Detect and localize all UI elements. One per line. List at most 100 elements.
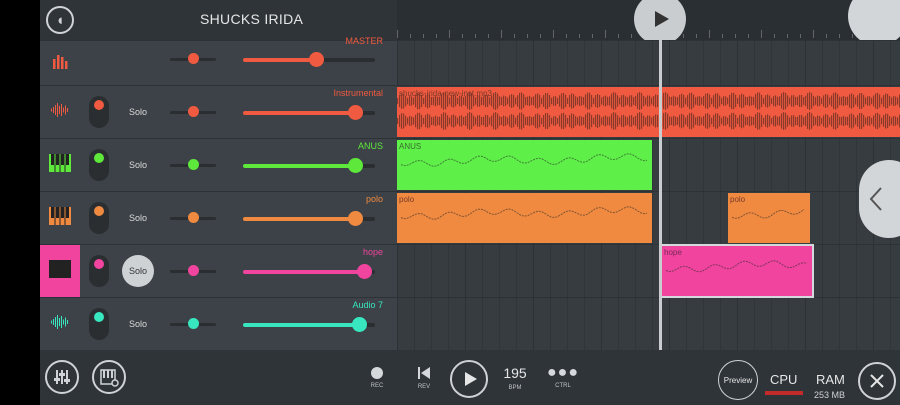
track-icon-button[interactable] bbox=[40, 192, 80, 245]
cpu-usage-bar bbox=[765, 391, 803, 395]
track-row-hope[interactable]: Solo hope bbox=[40, 244, 397, 298]
ruler-tick bbox=[722, 34, 723, 38]
volume-slider[interactable] bbox=[243, 317, 375, 332]
track-icon-button[interactable] bbox=[40, 86, 80, 139]
clip-polo[interactable]: polo bbox=[397, 193, 652, 243]
solo-button[interactable]: Solo bbox=[122, 202, 154, 234]
track-icon-button[interactable] bbox=[40, 245, 80, 298]
mute-toggle[interactable] bbox=[89, 96, 109, 128]
volume-knob[interactable] bbox=[357, 264, 373, 279]
side-panel-button[interactable] bbox=[859, 160, 900, 238]
clip-label: ANUS bbox=[399, 142, 422, 151]
ruler-tick bbox=[475, 34, 476, 38]
more-dots-icon: ●●● bbox=[547, 363, 579, 381]
clip-hope[interactable]: hope bbox=[660, 244, 814, 298]
volume-fill bbox=[243, 164, 356, 168]
bottom-bar: REC REV 195 BPM ●●● CTRL Preview CPU RAM… bbox=[40, 350, 900, 405]
clip-anus[interactable]: ANUS bbox=[397, 140, 652, 190]
pan-knob[interactable] bbox=[188, 159, 199, 170]
preview-button[interactable]: Preview bbox=[718, 360, 758, 400]
track-icon-button[interactable] bbox=[40, 139, 80, 192]
ruler-tick bbox=[839, 34, 840, 38]
bpm-control[interactable]: 195 BPM bbox=[500, 350, 530, 405]
rec-button[interactable]: REC bbox=[365, 350, 389, 405]
track-name: Instrumental bbox=[333, 88, 383, 98]
volume-knob[interactable] bbox=[348, 158, 364, 173]
mixer-button[interactable] bbox=[45, 360, 79, 394]
play-icon bbox=[655, 11, 669, 27]
piano-icon bbox=[49, 154, 71, 177]
solo-button[interactable]: Solo bbox=[122, 96, 154, 128]
track-icon-button[interactable] bbox=[40, 41, 80, 86]
top-bar: ◖ SHUCKS IRIDA 161 bbox=[40, 0, 900, 46]
rec-label: REC bbox=[370, 382, 384, 389]
rev-button[interactable]: REV bbox=[412, 350, 436, 405]
volume-slider[interactable] bbox=[243, 105, 375, 120]
ruler-tick bbox=[410, 34, 411, 38]
clip-shucks-irida-new-inst-mp3[interactable]: shucks-irida-new-inst.mp3 bbox=[397, 87, 900, 137]
mute-toggle-indicator bbox=[94, 312, 104, 322]
pan-knob[interactable] bbox=[188, 212, 199, 223]
volume-slider[interactable] bbox=[243, 264, 375, 279]
ram-label: RAM bbox=[816, 372, 845, 387]
play-button[interactable] bbox=[450, 360, 488, 398]
track-row-master[interactable]: MASTER bbox=[40, 36, 397, 86]
skip-back-icon bbox=[418, 366, 430, 379]
playlist-area[interactable]: shucks-irida-new-inst.mp3 ANUS polo polo hop… bbox=[397, 40, 900, 350]
solo-button[interactable]: Solo bbox=[122, 149, 154, 181]
piano-settings-icon bbox=[100, 369, 119, 387]
mute-toggle[interactable] bbox=[89, 308, 109, 340]
volume-knob[interactable] bbox=[348, 105, 364, 120]
track-row-audio-7[interactable]: Solo Audio 7 bbox=[40, 297, 397, 350]
ruler-tick bbox=[709, 30, 710, 38]
rev-label: REV bbox=[417, 383, 431, 390]
solo-button[interactable]: Solo bbox=[122, 255, 154, 287]
close-icon bbox=[870, 374, 884, 388]
ruler-tick bbox=[748, 34, 749, 38]
clip-waveform bbox=[665, 260, 808, 273]
pan-knob[interactable] bbox=[188, 53, 199, 64]
ruler-tick bbox=[527, 34, 528, 38]
playhead[interactable] bbox=[659, 40, 662, 350]
ctrl-button[interactable]: ●●● CTRL bbox=[547, 350, 579, 405]
ruler-tick bbox=[813, 30, 814, 38]
fl-studio-app: ◖ SHUCKS IRIDA 161 MASTER Solo Instrumenta… bbox=[40, 0, 900, 405]
clip-waveform bbox=[400, 153, 648, 167]
close-button[interactable] bbox=[858, 362, 896, 400]
volume-knob[interactable] bbox=[348, 211, 364, 226]
playlist-lane bbox=[397, 297, 900, 350]
ruler-tick bbox=[592, 34, 593, 38]
bpm-value: 195 bbox=[503, 364, 527, 381]
ruler-tick bbox=[696, 34, 697, 38]
track-name: polo bbox=[365, 194, 383, 204]
track-row-anus[interactable]: Solo ANUS bbox=[40, 138, 397, 191]
ruler-tick bbox=[488, 34, 489, 38]
clip-polo[interactable]: polo bbox=[728, 193, 810, 243]
pan-knob[interactable] bbox=[188, 318, 199, 329]
pan-knob[interactable] bbox=[188, 106, 199, 117]
ruler-tick bbox=[631, 34, 632, 38]
volume-slider[interactable] bbox=[243, 211, 375, 226]
fl-studio-logo-icon[interactable]: ◖ bbox=[46, 6, 74, 34]
ruler-tick bbox=[826, 34, 827, 38]
volume-knob[interactable] bbox=[352, 317, 368, 332]
ruler-tick bbox=[449, 30, 450, 38]
track-icon-button[interactable] bbox=[40, 298, 80, 351]
volume-slider[interactable] bbox=[243, 158, 375, 173]
playlist-lane bbox=[397, 244, 900, 297]
track-name: MASTER bbox=[345, 36, 383, 46]
ruler-tick bbox=[787, 34, 788, 38]
solo-button[interactable]: Solo bbox=[122, 308, 154, 340]
volume-knob[interactable] bbox=[308, 52, 324, 67]
mute-toggle[interactable] bbox=[89, 149, 109, 181]
ruler-tick bbox=[423, 34, 424, 38]
pan-knob[interactable] bbox=[188, 265, 199, 276]
mute-toggle[interactable] bbox=[89, 202, 109, 234]
track-row-polo[interactable]: Solo polo bbox=[40, 191, 397, 244]
track-row-instrumental[interactable]: Solo Instrumental bbox=[40, 85, 397, 138]
ctrl-label: CTRL bbox=[555, 382, 571, 389]
piano-settings-button[interactable] bbox=[92, 360, 126, 394]
clip-label: polo bbox=[730, 195, 746, 204]
volume-slider[interactable] bbox=[243, 52, 375, 67]
mute-toggle[interactable] bbox=[89, 255, 109, 287]
